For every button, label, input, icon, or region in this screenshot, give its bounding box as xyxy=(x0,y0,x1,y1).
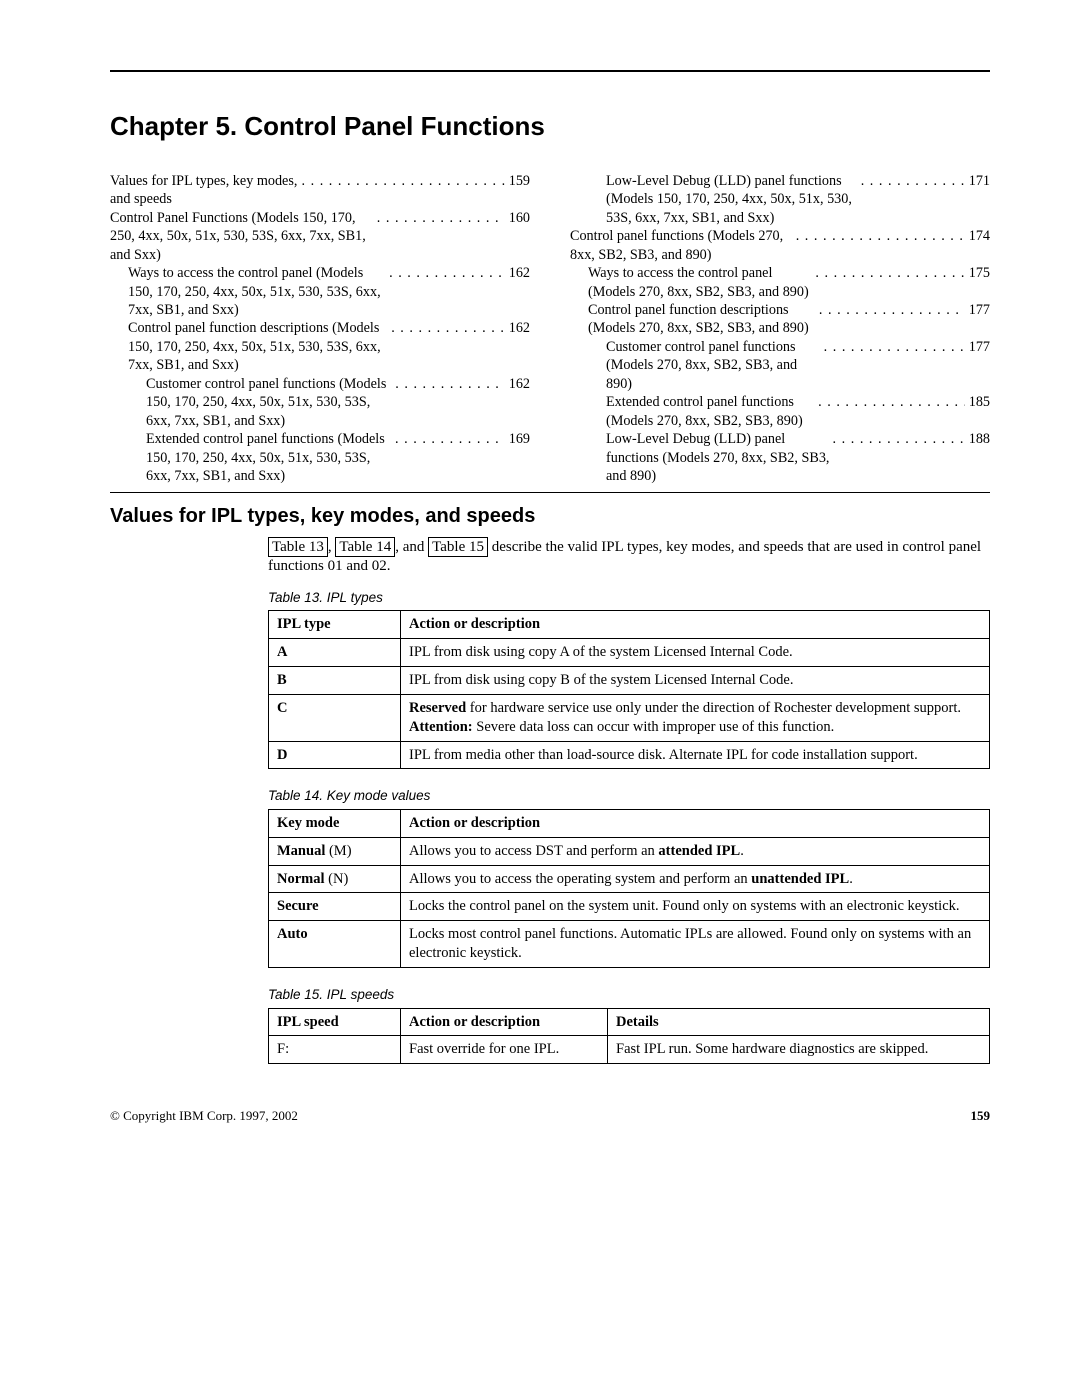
copyright-text: © Copyright IBM Corp. 1997, 2002 xyxy=(110,1108,298,1125)
table-14-caption: Table 14. Key mode values xyxy=(268,787,990,805)
toc-entry[interactable]: Low-Level Debug (LLD) panel functions (M… xyxy=(570,172,990,227)
page-number: 159 xyxy=(971,1108,991,1125)
toc-entry[interactable]: Values for IPL types, key modes, and spe… xyxy=(110,172,530,209)
toc-entry[interactable]: Extended control panel functions (Models… xyxy=(110,430,530,485)
toc-label: Customer control panel functions (Models… xyxy=(146,375,395,430)
toc-label: Extended control panel functions (Models… xyxy=(606,393,818,430)
table-row: F:Fast override for one IPL.Fast IPL run… xyxy=(269,1036,990,1064)
table-row: BIPL from disk using copy B of the syste… xyxy=(269,666,990,694)
toc-entry[interactable]: Control panel function descriptions (Mod… xyxy=(110,319,530,374)
toc-label: Control panel functions (Models 270, 8xx… xyxy=(570,227,796,264)
toc-page: 177 xyxy=(965,301,990,319)
toc-page: 160 xyxy=(505,209,530,227)
toc-entry[interactable]: Customer control panel functions (Models… xyxy=(110,375,530,430)
toc-label: Ways to access the control panel (Models… xyxy=(588,264,815,301)
toc-entry[interactable]: Control panel functions (Models 270, 8xx… xyxy=(570,227,990,264)
toc-page: 162 xyxy=(505,375,530,393)
toc-label: Control panel function descriptions (Mod… xyxy=(128,319,391,374)
toc-label: Low-Level Debug (LLD) panel functions (M… xyxy=(606,430,833,485)
top-rule xyxy=(110,70,990,72)
toc-entry[interactable]: Extended control panel functions (Models… xyxy=(570,393,990,430)
toc-entry[interactable]: Low-Level Debug (LLD) panel functions (M… xyxy=(570,430,990,485)
toc-right-column: Low-Level Debug (LLD) panel functions (M… xyxy=(570,172,990,486)
toc-entry[interactable]: Control Panel Functions (Models 150, 170… xyxy=(110,209,530,264)
xref-table-13[interactable]: Table 13 xyxy=(268,537,328,558)
page-footer: © Copyright IBM Corp. 1997, 2002 159 xyxy=(110,1108,990,1125)
table-13-h2: Action or description xyxy=(401,611,990,639)
toc-label: Control panel function descriptions (Mod… xyxy=(588,301,819,338)
toc-label: Extended control panel functions (Models… xyxy=(146,430,395,485)
xref-table-14[interactable]: Table 14 xyxy=(335,537,395,558)
toc-label: Low-Level Debug (LLD) panel functions (M… xyxy=(606,172,861,227)
toc-label: Customer control panel functions (Models… xyxy=(606,338,824,393)
table-14: Table 14. Key mode values Key mode Actio… xyxy=(268,787,990,968)
xref-table-15[interactable]: Table 15 xyxy=(428,537,488,558)
toc-page: 162 xyxy=(505,319,530,337)
table-of-contents: Values for IPL types, key modes, and spe… xyxy=(110,172,990,493)
toc-entry[interactable]: Customer control panel functions (Models… xyxy=(570,338,990,393)
toc-page: 162 xyxy=(505,264,530,282)
toc-label: Values for IPL types, key modes, and spe… xyxy=(110,172,302,209)
toc-page: 185 xyxy=(965,393,990,411)
table-15-h3: Details xyxy=(608,1008,990,1036)
table-row: CReserved for hardware service use only … xyxy=(269,694,990,741)
section-heading: Values for IPL types, key modes, and spe… xyxy=(110,503,990,529)
table-13-h1: IPL type xyxy=(269,611,401,639)
toc-entry[interactable]: Control panel function descriptions (Mod… xyxy=(570,301,990,338)
toc-page: 175 xyxy=(965,264,990,282)
toc-label: Control Panel Functions (Models 150, 170… xyxy=(110,209,377,264)
table-14-h2: Action or description xyxy=(401,809,990,837)
toc-page: 169 xyxy=(505,430,530,448)
table-row: AutoLocks most control panel functions. … xyxy=(269,921,990,968)
intro-paragraph: Table 13, Table 14, and Table 15 describ… xyxy=(268,537,990,577)
toc-page: 188 xyxy=(965,430,990,448)
table-row: AIPL from disk using copy A of the syste… xyxy=(269,639,990,667)
toc-page: 174 xyxy=(965,227,990,245)
toc-label: Ways to access the control panel (Models… xyxy=(128,264,389,319)
toc-entry[interactable]: Ways to access the control panel (Models… xyxy=(110,264,530,319)
table-row: DIPL from media other than load-source d… xyxy=(269,741,990,769)
table-row: SecureLocks the control panel on the sys… xyxy=(269,893,990,921)
table-15-caption: Table 15. IPL speeds xyxy=(268,986,990,1004)
chapter-title: Chapter 5. Control Panel Functions xyxy=(110,110,990,144)
table-15: Table 15. IPL speeds IPL speed Action or… xyxy=(268,986,990,1064)
table-14-h1: Key mode xyxy=(269,809,401,837)
table-15-h2: Action or description xyxy=(401,1008,608,1036)
toc-left-column: Values for IPL types, key modes, and spe… xyxy=(110,172,530,486)
toc-page: 177 xyxy=(965,338,990,356)
table-row: Manual (M)Allows you to access DST and p… xyxy=(269,837,990,865)
table-13-caption: Table 13. IPL types xyxy=(268,589,990,607)
toc-page: 171 xyxy=(965,172,990,190)
toc-page: 159 xyxy=(505,172,530,190)
table-15-h1: IPL speed xyxy=(269,1008,401,1036)
table-row: Normal (N)Allows you to access the opera… xyxy=(269,865,990,893)
toc-entry[interactable]: Ways to access the control panel (Models… xyxy=(570,264,990,301)
table-13: Table 13. IPL types IPL type Action or d… xyxy=(268,589,990,770)
